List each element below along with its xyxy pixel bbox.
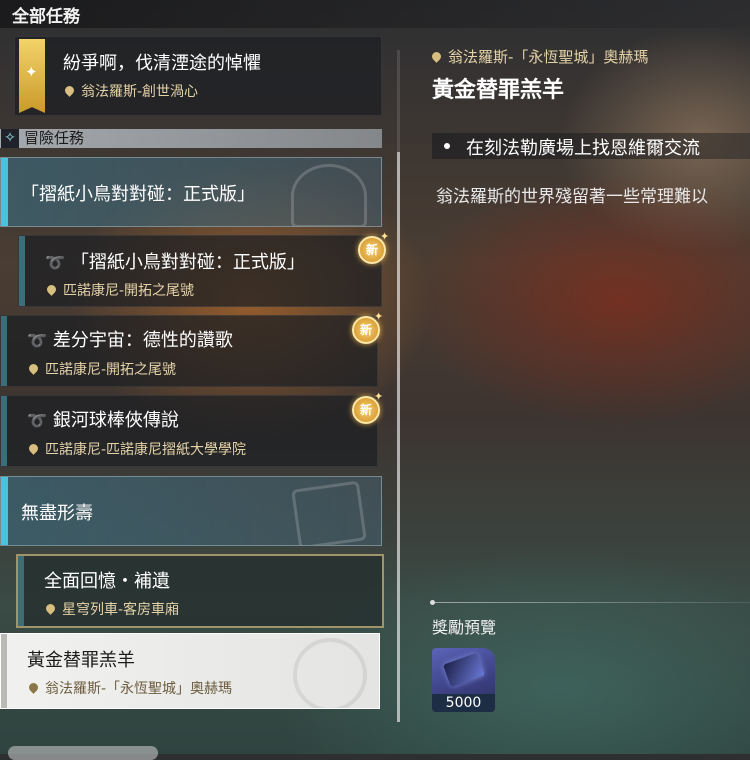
sparkle-icon: ✦ <box>380 230 390 243</box>
quest-group-endless-form[interactable]: 無盡形壽 <box>0 476 382 546</box>
quest-card-total-recall[interactable]: 全面回憶・補遺 星穹列車-客房車廂 <box>16 554 384 628</box>
quest-title: ➰ 差分宇宙：德性的讚歌 <box>27 330 233 351</box>
quest-card-divergent-universe[interactable]: ➰ 差分宇宙：德性的讚歌 匹諾康尼-開拓之尾號 <box>0 315 378 387</box>
location-pin-icon <box>430 50 443 63</box>
quest-location: 翁法羅斯-「永恆聖城」奧赫瑪 <box>27 678 232 698</box>
location-pin-icon <box>44 602 57 615</box>
main-quest-emblem: ✦ <box>19 39 45 113</box>
bottom-tab-pill[interactable] <box>8 746 158 760</box>
sparkle-icon: ✦ <box>374 390 384 403</box>
quest-card-golden-scapegoat-selected[interactable]: 黃金替罪羔羊 翁法羅斯-「永恆聖城」奧赫瑪 <box>0 633 380 709</box>
sparkle-icon: ✦ <box>374 310 384 323</box>
quest-location: 翁法羅斯-創世渦心 <box>63 81 198 101</box>
top-bar: 全部任務 <box>0 0 750 28</box>
location-pin-icon <box>27 681 40 694</box>
quest-list-scrollbar-thumb[interactable] <box>397 152 400 722</box>
group-title: 「摺紙小鳥對對碰：正式版」 <box>21 184 255 205</box>
quest-location: 匹諾康尼-匹諾康尼摺紙大學學院 <box>27 439 246 459</box>
light-cone-card-icon <box>442 652 486 688</box>
quest-accent-bar <box>18 556 24 626</box>
quest-title: 黃金替罪羔羊 <box>27 650 135 671</box>
emblem-watermark-icon <box>293 638 367 708</box>
cards-ornament-icon <box>291 480 367 545</box>
quest-description: 翁法羅斯的世界殘留著一些常理難以 <box>436 187 708 207</box>
group-accent-bar <box>1 158 8 226</box>
quest-group-folding-bird[interactable]: 「摺紙小鳥對對碰：正式版」 <box>0 157 382 227</box>
quest-title: ➰ 「摺紙小鳥對對碰：正式版」 <box>45 252 305 273</box>
location-pin-icon <box>27 442 40 455</box>
location-pin-icon <box>27 362 40 375</box>
quest-title: 全面回憶・補遺 <box>44 571 170 592</box>
quest-location: 匹諾康尼-開拓之尾號 <box>27 359 176 379</box>
quest-card-galaxy-baseball[interactable]: ➰ 銀河球棒俠傳說 匹諾康尼-匹諾康尼摺紙大學學院 <box>0 395 378 467</box>
quest-accent-bar <box>19 236 25 306</box>
rewards-title: 獎勵預覽 <box>432 618 497 637</box>
location-pin-icon <box>45 283 58 296</box>
bullet-dot-icon <box>444 143 450 149</box>
quest-card-main[interactable]: ✦ 紛爭啊，伐清湮途的悼懼 翁法羅斯-創世渦心 <box>14 36 382 116</box>
quest-accent-bar <box>1 634 7 708</box>
quest-accent-bar <box>1 316 7 386</box>
ornament-emblem-icon <box>291 164 367 226</box>
quest-title: ➰ 銀河球棒俠傳說 <box>27 410 179 431</box>
quest-title: 紛爭啊，伐清湮途的悼懼 <box>63 53 261 74</box>
reward-count: 5000 <box>432 694 495 712</box>
swirl-quest-icon: ➰ <box>45 253 65 272</box>
group-accent-bar <box>1 477 8 545</box>
objective-text: 在刻法勒廣場上找恩維爾交流 <box>466 138 700 159</box>
location-pin-icon <box>63 84 76 97</box>
section-header-adventure[interactable]: ✧ 冒險任務 <box>0 129 382 148</box>
reward-item[interactable]: 5000 <box>432 648 495 712</box>
section-title: 冒險任務 <box>24 129 85 147</box>
page-title: 全部任務 <box>12 7 80 27</box>
quest-accent-bar <box>1 396 7 466</box>
diamond-star-icon: ✧ <box>1 129 19 148</box>
quest-location: 星穹列車-客房車廂 <box>44 599 179 619</box>
group-title: 無盡形壽 <box>21 503 93 524</box>
detail-location: 翁法羅斯-「永恆聖城」奧赫瑪 <box>430 46 648 67</box>
swirl-quest-icon: ➰ <box>27 331 47 350</box>
swirl-quest-icon: ➰ <box>27 411 47 430</box>
quest-objective: 在刻法勒廣場上找恩維爾交流 <box>432 133 750 159</box>
detail-title: 黃金替罪羔羊 <box>432 78 565 103</box>
star-emblem-icon: ✦ <box>25 63 38 81</box>
quest-card-folding-bird[interactable]: ➰ 「摺紙小鳥對對碰：正式版」 匹諾康尼-開拓之尾號 <box>18 235 382 307</box>
quest-location: 匹諾康尼-開拓之尾號 <box>45 280 194 300</box>
divider-dot-icon <box>430 600 435 605</box>
rewards-divider <box>432 602 750 603</box>
